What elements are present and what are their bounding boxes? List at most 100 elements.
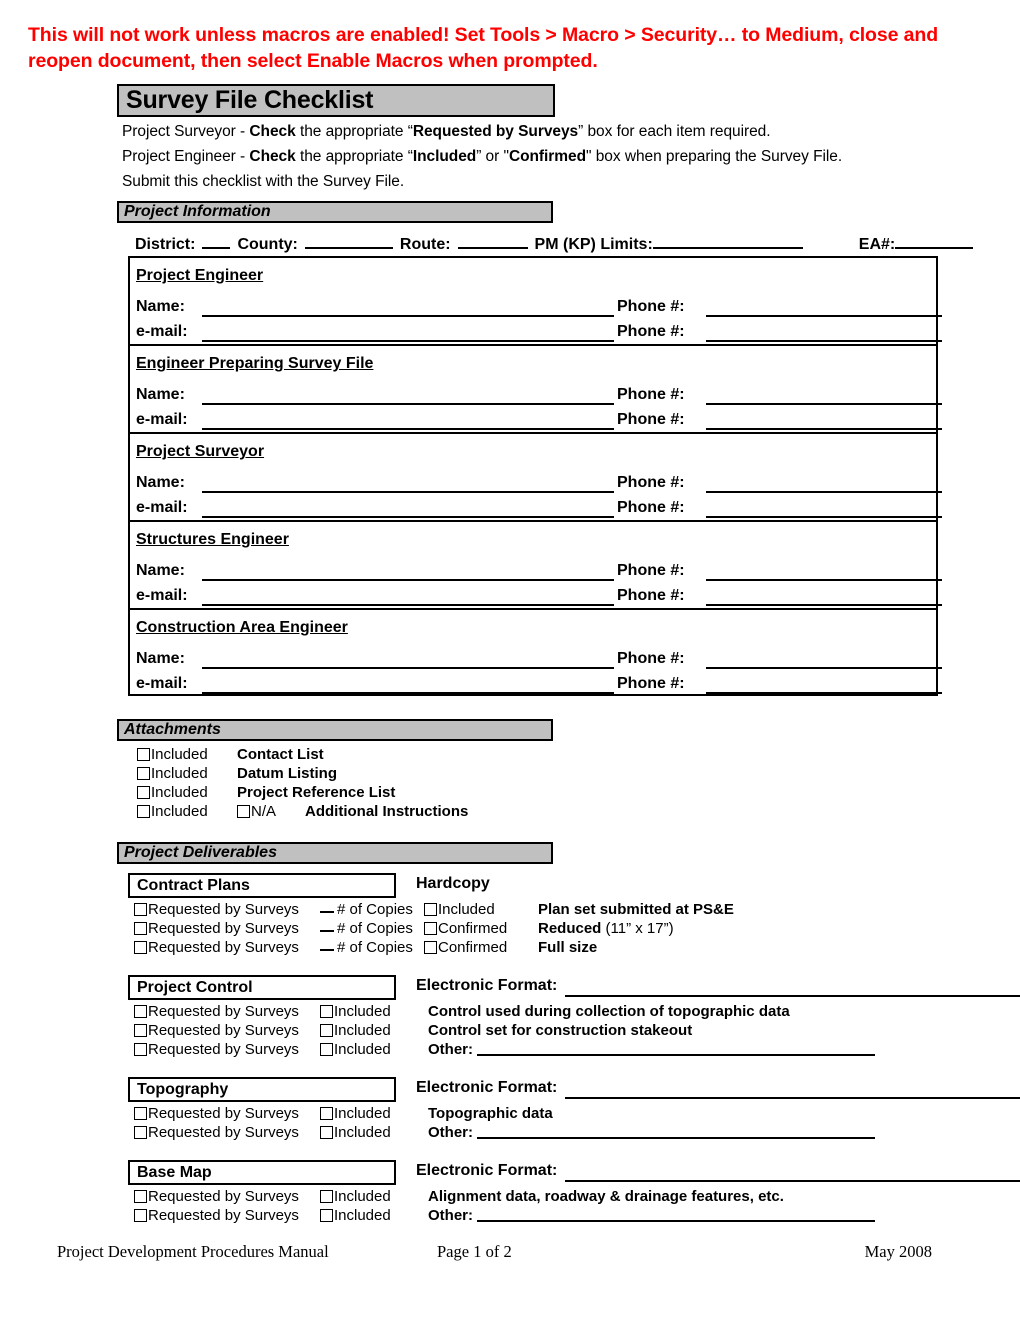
district-label: District: — [135, 236, 196, 253]
contact-phone-input-name[interactable] — [706, 651, 942, 669]
electronic-format-input[interactable] — [565, 994, 1020, 997]
requested-by-surveys-group: Requested by Surveys — [134, 1021, 320, 1040]
footer-manual-name: Project Development Procedures Manual — [57, 1242, 329, 1261]
other-input[interactable] — [477, 1041, 875, 1056]
contact-phone-input-email[interactable] — [706, 588, 942, 606]
requested-by-surveys-group: Requested by Surveys — [134, 919, 320, 938]
contact-name-input[interactable] — [202, 651, 614, 669]
other-input[interactable] — [477, 1207, 875, 1222]
confirmed-checkbox[interactable] — [424, 941, 437, 954]
attachment-na-group: N/A — [237, 802, 305, 821]
requested-by-surveys-checkbox[interactable] — [134, 1024, 147, 1037]
county-label: County: — [237, 236, 298, 253]
number-of-copies-input[interactable] — [320, 900, 334, 913]
contact-phone-input-email[interactable] — [706, 676, 942, 694]
intro2-c: the appropriate “ — [295, 148, 413, 165]
contact-phone-input-email[interactable] — [706, 324, 942, 342]
deliverable-group-right-label: Electronic Format: — [416, 977, 558, 994]
contact-name-label: Name: — [136, 650, 185, 667]
requested-by-surveys-checkbox[interactable] — [134, 1126, 147, 1139]
included-checkbox[interactable] — [320, 1209, 333, 1222]
deliverable-row: Requested by Surveys Included Other: — [134, 1123, 875, 1142]
route-input[interactable] — [457, 231, 528, 249]
county-input[interactable] — [304, 231, 393, 249]
contact-phone-input-name[interactable] — [706, 387, 942, 405]
attachment-name: Datum Listing — [237, 765, 337, 782]
district-input[interactable] — [202, 231, 231, 249]
number-of-copies-input[interactable] — [320, 938, 334, 951]
requested-by-surveys-label: Requested by Surveys — [148, 1041, 299, 1058]
contact-row: e-mail: Phone #: — [136, 676, 942, 698]
attachment-included-checkbox[interactable] — [137, 767, 150, 780]
contact-block-heading: Project Surveyor — [136, 443, 265, 460]
status-group: Included — [320, 1206, 428, 1225]
requested-by-surveys-checkbox[interactable] — [134, 1005, 147, 1018]
requested-by-surveys-checkbox[interactable] — [134, 1190, 147, 1203]
confirmed-checkbox[interactable] — [424, 922, 437, 935]
included-checkbox[interactable] — [424, 903, 437, 916]
included-checkbox[interactable] — [320, 1043, 333, 1056]
ea-input[interactable] — [895, 231, 974, 249]
deliverable-description: Other: — [428, 1207, 473, 1224]
page-title: Survey File Checklist — [126, 86, 374, 114]
included-checkbox[interactable] — [320, 1024, 333, 1037]
contact-block-heading: Construction Area Engineer — [136, 619, 348, 636]
intro1-check: Check — [249, 123, 296, 140]
contact-row: e-mail: Phone #: — [136, 412, 942, 434]
status-group: Included — [320, 1040, 428, 1059]
contact-phone-label: Phone #: — [617, 474, 685, 491]
requested-by-surveys-checkbox[interactable] — [134, 922, 147, 935]
requested-by-surveys-checkbox[interactable] — [134, 1107, 147, 1120]
intro2-check: Check — [249, 148, 296, 165]
contact-email-input[interactable] — [202, 676, 614, 694]
deliverable-row: Requested by Surveys Included Other: — [134, 1040, 875, 1059]
attachment-included-group: Included — [137, 764, 237, 783]
contact-email-input[interactable] — [202, 412, 614, 430]
copies-label: # of Copies — [337, 901, 413, 918]
deliverable-description-suffix: (11” x 17”) — [601, 920, 674, 937]
contact-email-input[interactable] — [202, 588, 614, 606]
contact-phone-label: Phone #: — [617, 587, 685, 604]
contact-phone-input-email[interactable] — [706, 500, 942, 518]
included-checkbox[interactable] — [320, 1126, 333, 1139]
included-checkbox[interactable] — [320, 1005, 333, 1018]
contact-phone-input-name[interactable] — [706, 563, 942, 581]
footer-page-number: Page 1 of 2 — [437, 1242, 512, 1261]
requested-by-surveys-checkbox[interactable] — [134, 903, 147, 916]
contact-email-input[interactable] — [202, 324, 614, 342]
deliverable-description: Other: — [428, 1041, 473, 1058]
contact-name-input[interactable] — [202, 299, 614, 317]
contact-row: Name: Phone #: — [136, 387, 942, 409]
pm-limits-input[interactable] — [652, 231, 803, 249]
attachment-included-checkbox[interactable] — [137, 805, 150, 818]
copies-group: # of Copies — [320, 938, 424, 957]
electronic-format-input[interactable] — [565, 1179, 1020, 1182]
other-input[interactable] — [477, 1124, 875, 1139]
contact-phone-input-name[interactable] — [706, 299, 942, 317]
contact-name-input[interactable] — [202, 387, 614, 405]
requested-by-surveys-label: Requested by Surveys — [148, 901, 299, 918]
requested-by-surveys-checkbox[interactable] — [134, 1209, 147, 1222]
intro1-requested: Requested by Surveys — [412, 123, 579, 140]
contact-name-input[interactable] — [202, 475, 614, 493]
deliverable-group-title-box: Project Control — [128, 975, 396, 1000]
contact-phone-input-name[interactable] — [706, 475, 942, 493]
attachment-included-checkbox[interactable] — [137, 786, 150, 799]
number-of-copies-input[interactable] — [320, 919, 334, 932]
deliverable-row: Requested by Surveys # of Copies Included P… — [134, 900, 734, 919]
attachment-na-checkbox[interactable] — [237, 805, 250, 818]
copies-label: # of Copies — [337, 920, 413, 937]
contact-name-input[interactable] — [202, 563, 614, 581]
requested-by-surveys-checkbox[interactable] — [134, 941, 147, 954]
contact-phone-input-email[interactable] — [706, 412, 942, 430]
contacts-table: Project Engineer Name: Phone #: e-mail: Phon… — [128, 256, 942, 698]
contact-email-input[interactable] — [202, 500, 614, 518]
included-checkbox[interactable] — [320, 1190, 333, 1203]
deliverable-rows: Requested by Surveys Included Alignment da… — [134, 1187, 875, 1225]
attachment-included-checkbox[interactable] — [137, 748, 150, 761]
requested-by-surveys-label: Requested by Surveys — [148, 1003, 299, 1020]
requested-by-surveys-checkbox[interactable] — [134, 1043, 147, 1056]
included-checkbox[interactable] — [320, 1107, 333, 1120]
attachments-list: Included Contact List Included Datum Listin… — [137, 745, 468, 821]
electronic-format-input[interactable] — [565, 1096, 1020, 1099]
